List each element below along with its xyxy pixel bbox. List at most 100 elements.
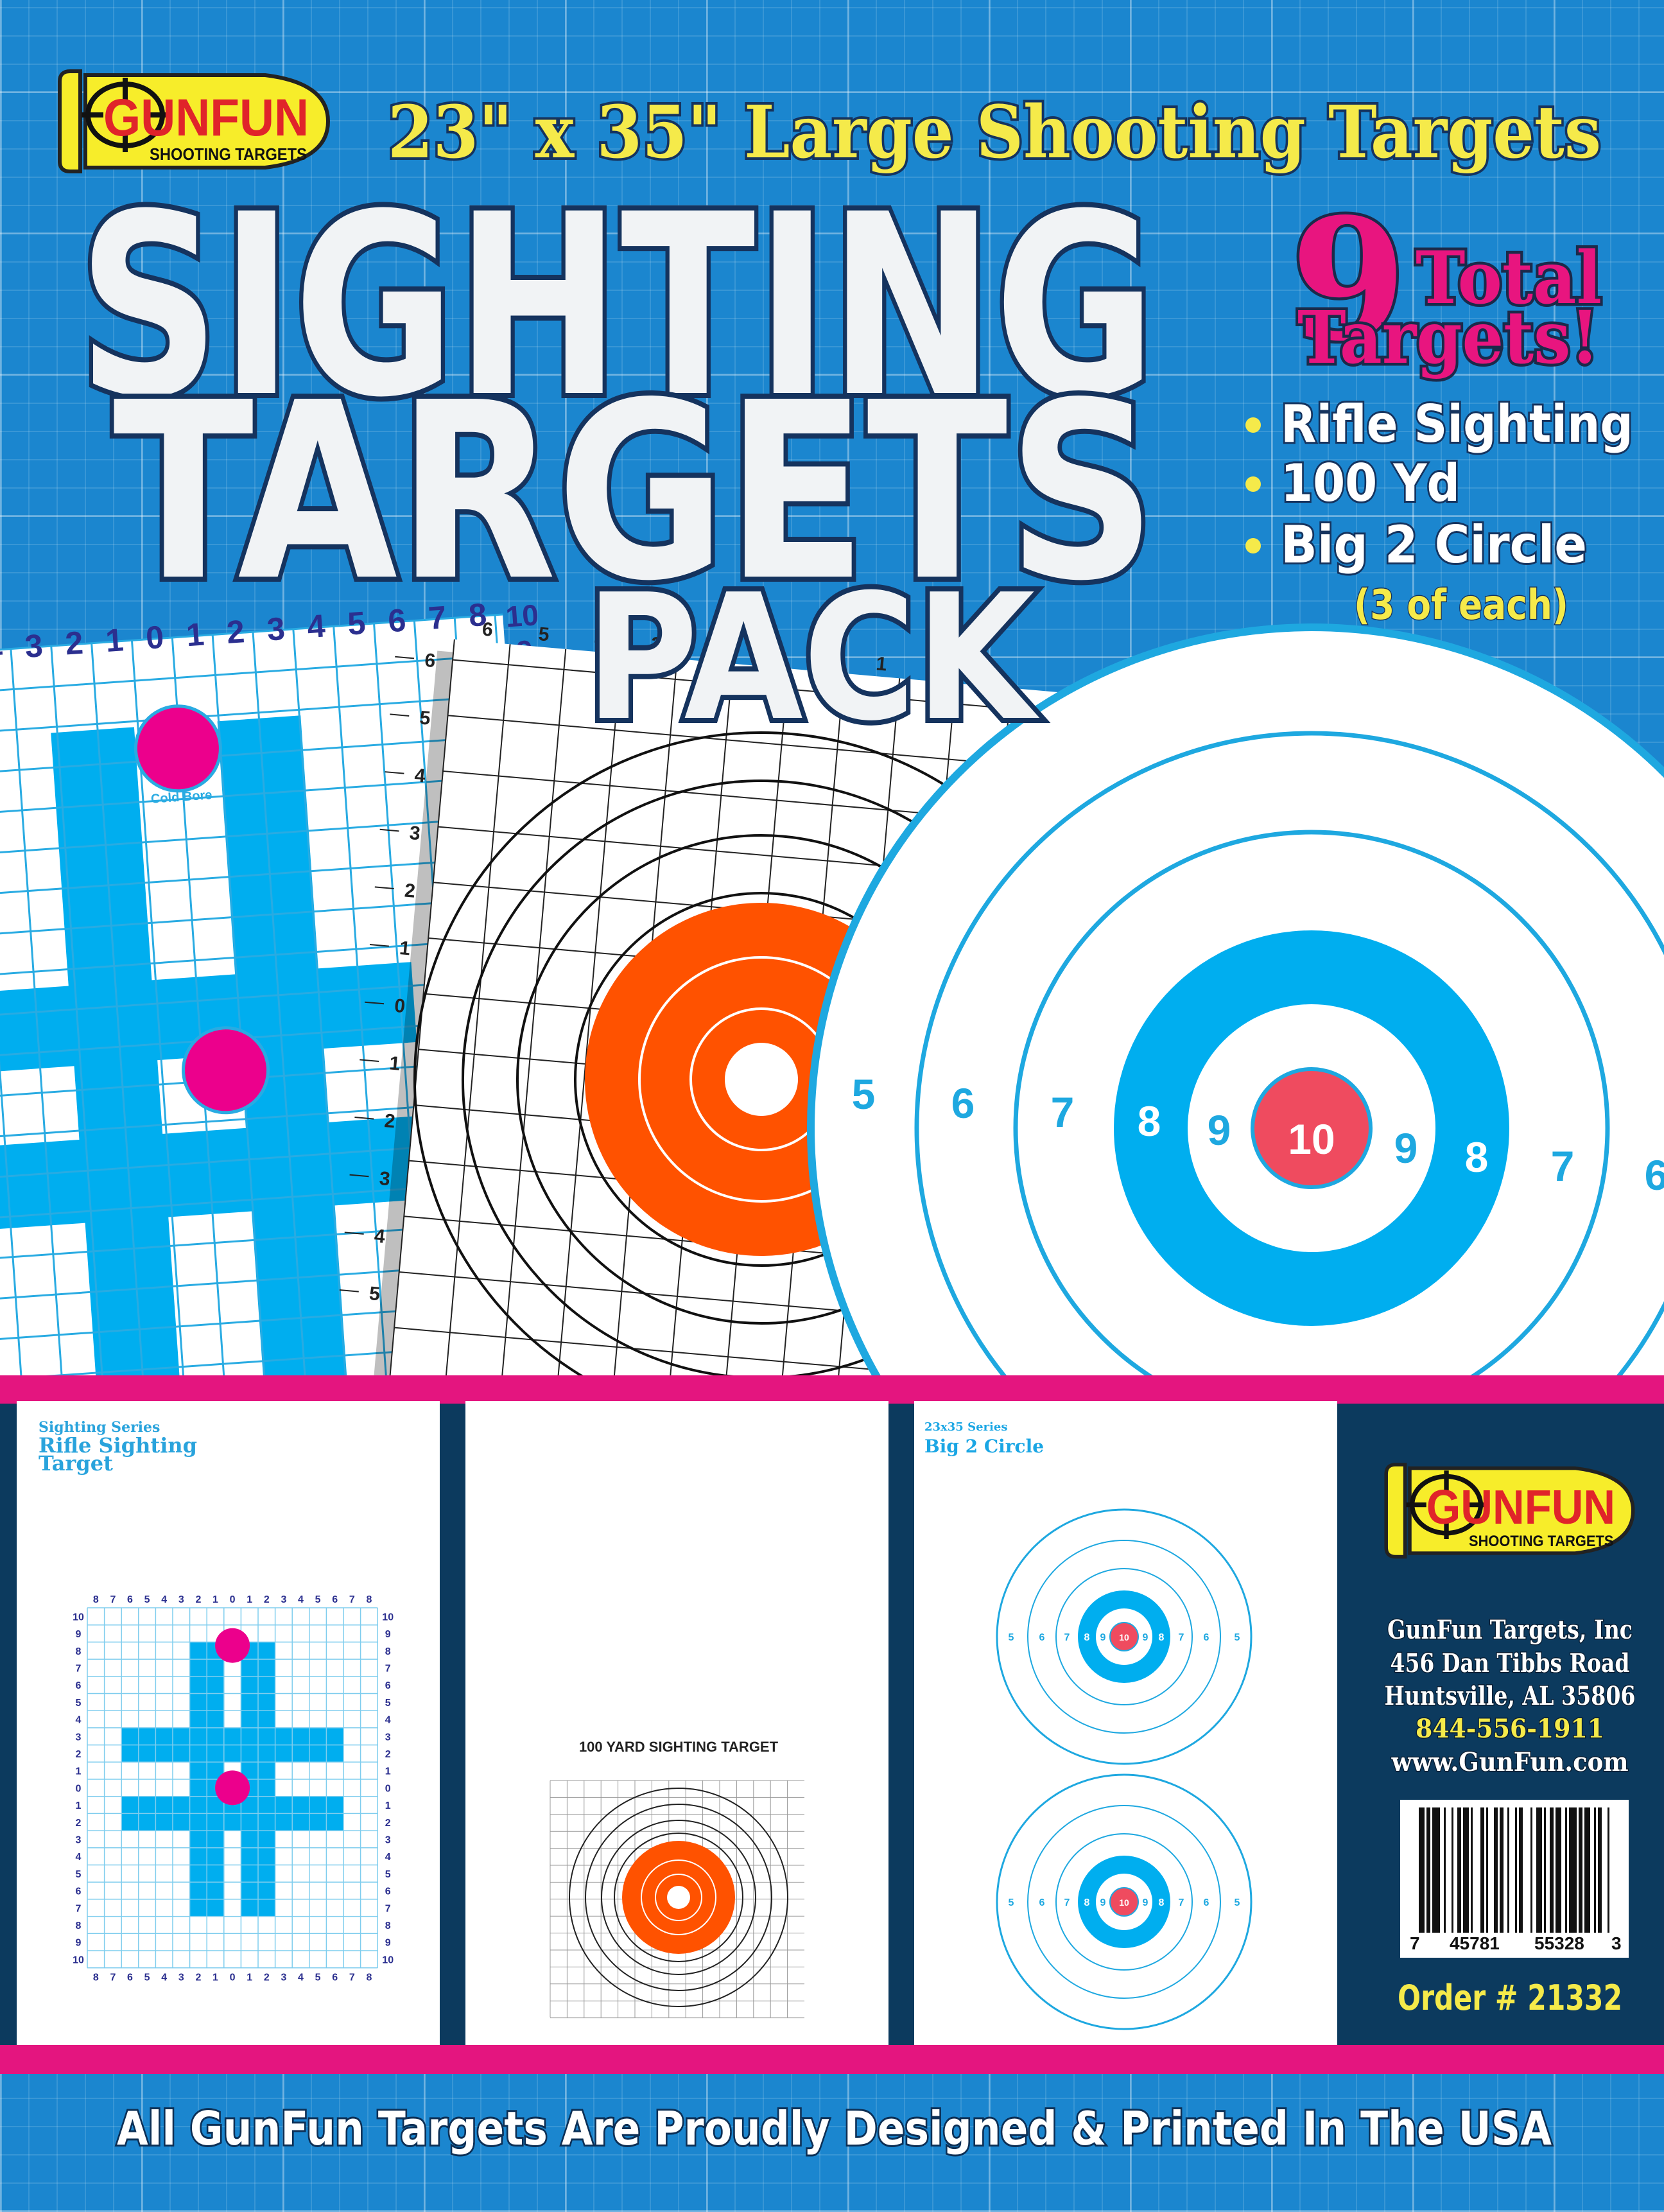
barcode-bar xyxy=(1515,1807,1517,1933)
barcode-bar xyxy=(1598,1807,1602,1933)
ring-label: 7 xyxy=(1551,1142,1575,1190)
barcode-bar xyxy=(1519,1807,1523,1933)
card-series: 23x35 Series xyxy=(924,1420,1007,1434)
grid-number: 3 xyxy=(76,1834,82,1845)
grid-number: 7 xyxy=(385,1903,391,1914)
ring-label: 7 xyxy=(1064,1897,1070,1908)
ring-label: 6 xyxy=(1645,1151,1664,1199)
ring-label: 5 xyxy=(1009,1632,1014,1643)
logo-wordmark: GUNFUN xyxy=(103,89,309,147)
barcode-bar xyxy=(1594,1807,1596,1933)
grid-number: 9 xyxy=(76,1938,82,1949)
ring-label: 8 xyxy=(1138,1097,1161,1145)
grid-number: 8 xyxy=(366,1973,372,1983)
grid-number: 7 xyxy=(76,1903,82,1914)
grid-number: 6 xyxy=(76,1680,82,1691)
pink-band-bottom xyxy=(0,2045,1664,2074)
title-pack: PACK xyxy=(585,557,1041,759)
ring-label: 5 xyxy=(1235,1897,1240,1908)
grid-number: 2 xyxy=(385,1749,391,1760)
grid-number: 5 xyxy=(144,1594,150,1605)
grid-number: 8 xyxy=(93,1594,99,1605)
grid-number: 2 xyxy=(404,880,417,902)
grid-number: 6 xyxy=(127,1973,133,1983)
ring-label: 5 xyxy=(852,1070,876,1118)
grid-number: 1 xyxy=(388,1052,401,1074)
quantity-note: (3 of each) xyxy=(1354,582,1568,629)
grid-number: 1 xyxy=(76,1800,82,1811)
grid-number: 9 xyxy=(76,1629,82,1640)
logo-subtitle: SHOOTING TARGETS xyxy=(1469,1533,1613,1550)
grid-number: 4 xyxy=(385,1852,391,1863)
grid-number: 0 xyxy=(230,1594,236,1605)
barcode-bar xyxy=(1507,1807,1509,1933)
barcode-bar xyxy=(1536,1807,1542,1933)
grid-number: 1 xyxy=(212,1594,218,1605)
ring-label: 7 xyxy=(1064,1632,1070,1643)
grid-number: 1 xyxy=(212,1973,218,1983)
barcode-digit: 55328 xyxy=(1534,1933,1584,1953)
grid-number: 8 xyxy=(76,1920,82,1931)
barcode-bar xyxy=(1565,1807,1567,1933)
product-card-big-2-circle: 23x35 Series Big 2 Circle 5 6 7 8 9 10 9 8 7 6 55 6… xyxy=(914,1401,1337,2045)
ring-label: 8 xyxy=(1084,1897,1090,1908)
grid-number: 10 xyxy=(382,1955,394,1965)
ring-label: 7 xyxy=(1179,1897,1184,1908)
ring-label: 6 xyxy=(951,1079,975,1127)
grid-number: 10 xyxy=(382,1612,394,1623)
barcode-bar xyxy=(1432,1807,1440,1933)
grid-number: 5 xyxy=(315,1973,321,1983)
bullet-dot xyxy=(1245,417,1261,433)
pink-band-top xyxy=(0,1375,1664,1404)
grid-number: 2 xyxy=(195,1973,201,1983)
barcode-bar xyxy=(1426,1807,1430,1933)
grid-number: 4 xyxy=(374,1225,386,1247)
phone-number: 844-556-1911 xyxy=(1416,1714,1604,1744)
ring-label: 8 xyxy=(1465,1133,1489,1181)
ring-label: 6 xyxy=(1204,1632,1209,1643)
grid-number: 4 xyxy=(413,765,426,787)
barcode-bar xyxy=(1444,1807,1446,1933)
grid-number: 2 xyxy=(383,1110,396,1132)
grid-number: 4 xyxy=(298,1973,304,1983)
gunfun-logo: GUNFUNSHOOTING TARGETS xyxy=(58,69,331,173)
grid-number: 9 xyxy=(385,1629,391,1640)
ring-label: 10 xyxy=(1119,1632,1129,1642)
company-name: GunFun Targets, Inc xyxy=(1387,1615,1633,1645)
grid-number: 0 xyxy=(76,1783,82,1794)
grid-number: 7 xyxy=(76,1663,82,1674)
barcode-bar xyxy=(1480,1807,1484,1933)
grid-number: 4 xyxy=(76,1715,82,1726)
grid-number: 2 xyxy=(195,1594,201,1605)
ring-label: 10 xyxy=(1288,1115,1335,1163)
grid-number: 2 xyxy=(264,1594,270,1605)
barcode-bar xyxy=(1544,1807,1546,1933)
grid-number: 6 xyxy=(332,1973,338,1983)
barcode-bar xyxy=(1463,1807,1469,1933)
footer-text: All GunFun Targets Are Proudly Designed … xyxy=(117,2102,1552,2155)
grid-number: 3 xyxy=(379,1168,392,1190)
grid-number: 10 xyxy=(73,1955,84,1965)
grid-number: 5 xyxy=(144,1973,150,1983)
ring-label: 5 xyxy=(1235,1632,1240,1643)
barcode-bar xyxy=(1500,1807,1504,1933)
grid-number: 8 xyxy=(366,1594,372,1605)
grid-number: 2 xyxy=(264,1973,270,1983)
bullet-dot xyxy=(1245,476,1261,492)
website-link[interactable]: www.GunFun.com xyxy=(1390,1746,1629,1779)
barcode-digit: 7 xyxy=(1410,1933,1420,1953)
grid-number: 10 xyxy=(73,1612,84,1623)
ring-label: 6 xyxy=(1204,1897,1209,1908)
grid-number: 6 xyxy=(385,1680,391,1691)
ring-label: 9 xyxy=(1100,1632,1106,1643)
center-dot xyxy=(667,1886,690,1909)
feature-item: Rifle Sighting xyxy=(1281,394,1633,454)
grid-number: 3 xyxy=(76,1732,82,1743)
grid-number: 1 xyxy=(399,937,412,959)
ring-label: 9 xyxy=(1208,1106,1231,1154)
grid-number: 0 xyxy=(385,1783,391,1794)
city-state-zip: Huntsville, AL 35806 xyxy=(1385,1681,1636,1711)
barcode-bar xyxy=(1457,1807,1461,1933)
grid-number: 1 xyxy=(76,1766,82,1777)
ring-label: 6 xyxy=(1039,1897,1045,1908)
